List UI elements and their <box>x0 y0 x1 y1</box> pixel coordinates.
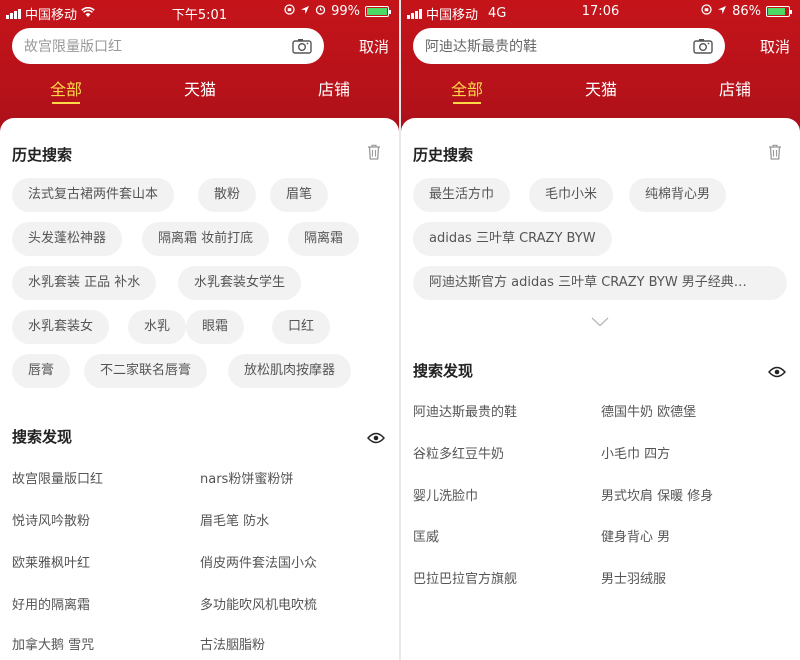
discover-item[interactable]: 小毛巾 四方 <box>601 443 670 462</box>
discover-item[interactable]: 多功能吹风机电吹梳 <box>200 594 317 613</box>
discover-item[interactable]: 健身背心 男 <box>601 526 670 545</box>
discover-item[interactable]: nars粉饼蜜粉饼 <box>200 468 293 487</box>
history-chip[interactable]: adidas 三叶草 CRAZY BYW <box>413 222 612 256</box>
history-chip[interactable]: 最生活方巾 <box>413 178 511 212</box>
history-chip[interactable]: 眉笔 <box>270 178 329 212</box>
tab-shops[interactable]: 店铺 <box>705 76 765 100</box>
history-chip[interactable]: 隔离霜 <box>288 222 360 256</box>
discover-item[interactable]: 加拿大鹅 雪咒 <box>12 634 94 653</box>
discover-item[interactable]: 巴拉巴拉官方旗舰 <box>413 568 517 587</box>
discover-item[interactable]: 好用的隔离霜 <box>12 594 90 613</box>
battery-icon <box>766 6 792 17</box>
search-tabs: 全部 天猫 店铺 <box>0 76 399 106</box>
history-chip[interactable]: 水乳套装女学生 <box>178 266 302 300</box>
tab-label: 全部 <box>49 80 82 99</box>
discover-item[interactable]: 欧莱雅枫叶红 <box>12 552 90 571</box>
discover-item[interactable]: 谷粒多红豆牛奶 <box>413 443 504 462</box>
alarm-icon <box>315 4 326 19</box>
tab-shops[interactable]: 店铺 <box>304 76 364 100</box>
tab-all[interactable]: 全部 <box>437 76 497 104</box>
tab-all[interactable]: 全部 <box>36 76 96 104</box>
tab-tmall[interactable]: 天猫 <box>170 76 230 100</box>
trash-icon[interactable] <box>768 144 782 160</box>
lock-rotation-icon <box>701 4 712 19</box>
status-bar: 中国移动 下午5:01 99% <box>0 0 399 24</box>
content-area: 历史搜索 法式复古裙两件套山本 散粉 眉笔 头发蓬松神器 隔离霜 妆前打底 隔离… <box>0 118 399 660</box>
search-tabs: 全部 天猫 店铺 <box>401 76 800 106</box>
discover-item[interactable]: 古法胭脂粉 <box>200 634 265 653</box>
discover-item[interactable]: 婴儿洗脸巾 <box>413 485 478 504</box>
history-chip[interactable]: 眼霜 <box>186 310 245 344</box>
history-chip[interactable]: 法式复古裙两件套山本 <box>12 178 175 212</box>
discover-title: 搜索发现 <box>12 428 73 446</box>
location-icon <box>300 4 310 19</box>
history-chip[interactable]: 唇膏 <box>12 354 71 388</box>
history-title: 历史搜索 <box>12 146 73 164</box>
eye-icon[interactable] <box>768 363 786 378</box>
trash-icon[interactable] <box>367 144 381 160</box>
tab-label: 全部 <box>450 80 483 99</box>
history-chip[interactable]: 阿迪达斯官方 adidas 三叶草 CRAZY BYW 男子经典… <box>413 266 787 300</box>
history-chip[interactable]: 散粉 <box>198 178 257 212</box>
history-chip[interactable]: 毛巾小米 <box>529 178 614 212</box>
history-chip[interactable]: 水乳套装 正品 补水 <box>12 266 157 300</box>
discover-item[interactable]: 德国牛奶 欧德堡 <box>601 401 696 420</box>
history-chip[interactable]: 水乳套装女 <box>12 310 110 344</box>
status-bar: 中国移动 4G 17:06 86% <box>401 0 800 24</box>
chevron-down-icon[interactable] <box>591 312 609 327</box>
right-screen: 中国移动 4G 17:06 86% 阿迪达斯最贵的鞋 取消 全部 天猫 店铺 历… <box>401 0 800 660</box>
discover-item[interactable]: 匡威 <box>413 526 439 545</box>
search-placeholder: 阿迪达斯最贵的鞋 <box>425 39 537 55</box>
eye-icon[interactable] <box>367 429 385 444</box>
history-chip[interactable]: 隔离霜 妆前打底 <box>142 222 270 256</box>
tab-label: 店铺 <box>718 80 751 99</box>
history-chip[interactable]: 放松肌肉按摩器 <box>228 354 352 388</box>
discover-item[interactable]: 眉毛笔 防水 <box>200 510 269 529</box>
search-input[interactable]: 故宫限量版口红 <box>12 28 324 64</box>
discover-item[interactable]: 悦诗风吟散粉 <box>12 510 90 529</box>
battery-percent: 86% <box>732 4 761 19</box>
history-title: 历史搜索 <box>413 146 474 164</box>
discover-item[interactable]: 故宫限量版口红 <box>12 468 103 487</box>
history-chip[interactable]: 口红 <box>272 310 331 344</box>
location-icon <box>717 4 727 19</box>
cancel-button[interactable]: 取消 <box>359 36 389 57</box>
history-chip[interactable]: 纯棉背心男 <box>629 178 727 212</box>
battery-fill <box>768 8 786 15</box>
tab-label: 天猫 <box>183 80 216 99</box>
content-area: 历史搜索 最生活方巾 毛巾小米 纯棉背心男 adidas 三叶草 CRAZY B… <box>401 118 800 660</box>
tab-label: 天猫 <box>584 80 617 99</box>
tab-underline <box>52 102 80 104</box>
discover-item[interactable]: 男士羽绒服 <box>601 568 666 587</box>
tab-label: 店铺 <box>317 80 350 99</box>
battery-icon <box>365 6 391 17</box>
search-input[interactable]: 阿迪达斯最贵的鞋 <box>413 28 725 64</box>
camera-icon[interactable] <box>292 38 312 54</box>
discover-item[interactable]: 阿迪达斯最贵的鞋 <box>413 401 517 420</box>
left-screen: 中国移动 下午5:01 99% 故宫限量版口红 取消 全部 天猫 店铺 历史搜索… <box>0 0 399 660</box>
lock-rotation-icon <box>284 4 295 19</box>
camera-icon[interactable] <box>693 38 713 54</box>
battery-fill <box>367 8 387 15</box>
history-chip[interactable]: 头发蓬松神器 <box>12 222 123 256</box>
history-chip[interactable]: 水乳 <box>128 310 187 344</box>
discover-item[interactable]: 男式坎肩 保暖 修身 <box>601 485 713 504</box>
cancel-button[interactable]: 取消 <box>760 36 790 57</box>
tab-underline <box>453 102 481 104</box>
discover-item[interactable]: 俏皮两件套法国小众 <box>200 552 317 571</box>
search-placeholder: 故宫限量版口红 <box>24 39 122 55</box>
battery-percent: 99% <box>331 4 360 19</box>
discover-title: 搜索发现 <box>413 362 474 380</box>
history-chip[interactable]: 不二家联名唇膏 <box>84 354 208 388</box>
tab-tmall[interactable]: 天猫 <box>571 76 631 100</box>
